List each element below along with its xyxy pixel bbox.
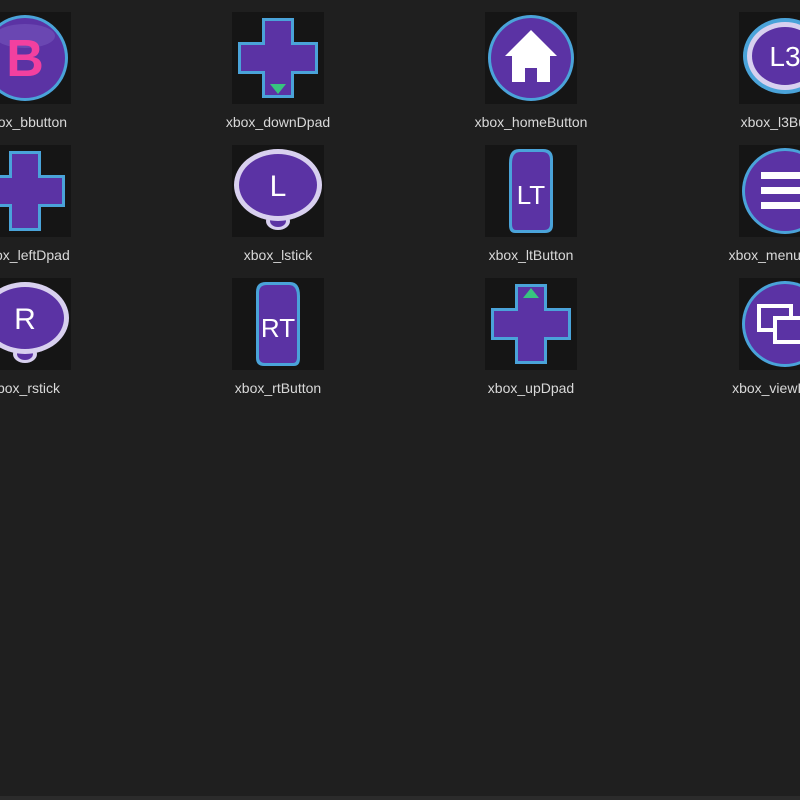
l-glyph: L [270,170,287,203]
file-tile[interactable]: RT xbox_rtButton [188,266,368,396]
file-tile[interactable]: R xbox_rstick [0,266,115,396]
l3-glyph: L3 [769,41,800,72]
file-name: xbox_viewButton [732,380,800,396]
file-tile[interactable]: L xbox_lstick [188,133,368,263]
file-tile[interactable]: xbox_downDpad [188,0,368,130]
file-tile[interactable]: xbox_menuButton [695,133,800,263]
file-name: xbox_menuButton [728,247,800,263]
file-tile[interactable]: xbox_upDpad [441,266,621,396]
file-name: xbox_upDpad [487,380,575,396]
view-icon [739,278,800,370]
file-name: xbox_homeButton [474,114,588,130]
file-name: xbox_bbutton [0,114,68,130]
file-tile[interactable]: xbox_viewButton [695,266,800,396]
home-icon [485,12,577,104]
l3-button-icon: L3 [739,12,800,104]
r-glyph: R [14,303,36,336]
file-name: xbox_ltButton [488,247,574,263]
rt-glyph: RT [261,313,295,343]
rt-button-icon: RT [232,278,324,370]
file-name: xbox_downDpad [225,114,331,130]
dpad-up-icon [485,278,577,370]
file-name: xbox_rtButton [234,380,322,396]
dpad-left-icon [0,145,71,237]
right-stick-icon: R [0,278,71,370]
file-explorer-grid: B xbox_bbutton xbox_downDpad xbox_homeBu… [0,0,800,800]
left-stick-icon: L [232,145,324,237]
lt-button-icon: LT [485,145,577,237]
file-name: xbox_lstick [243,247,313,263]
lt-glyph: LT [517,180,546,210]
bottom-divider [0,796,800,800]
file-tile[interactable]: L3 xbox_l3Button [695,0,800,130]
file-tile[interactable]: B xbox_bbutton [0,0,115,130]
menu-icon [739,145,800,237]
file-name: xbox_leftDpad [0,247,70,263]
file-name: xbox_l3Button [740,114,800,130]
file-name: xbox_rstick [0,380,61,396]
file-tile[interactable]: LT xbox_ltButton [441,133,621,263]
b-button-icon: B [0,12,71,104]
b-glyph: B [6,30,44,88]
file-tile[interactable]: xbox_leftDpad [0,133,115,263]
dpad-down-icon [232,12,324,104]
file-tile[interactable]: xbox_homeButton [441,0,621,130]
